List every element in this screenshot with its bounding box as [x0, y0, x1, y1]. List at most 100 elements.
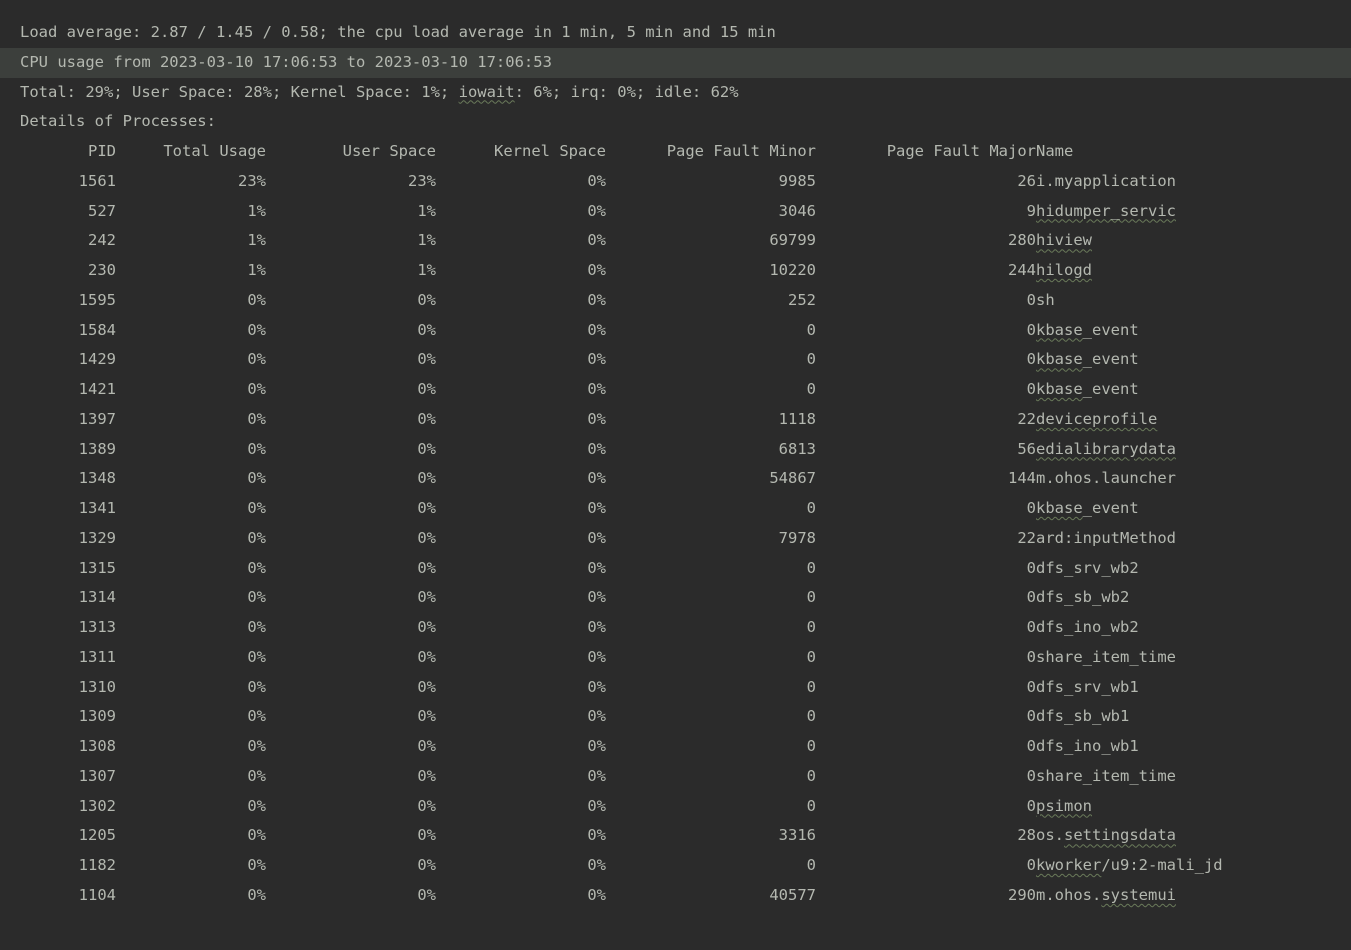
cell-user: 0%	[266, 821, 436, 851]
cell-user: 0%	[266, 673, 436, 703]
cell-total: 1%	[116, 226, 266, 256]
cell-kernel: 0%	[436, 316, 606, 346]
table-row: 13150%0%0%00dfs_srv_wb2	[20, 554, 1223, 584]
cell-user: 0%	[266, 583, 436, 613]
table-row: 13890%0%0%681356edialibrarydata	[20, 435, 1223, 465]
cell-kernel: 0%	[436, 792, 606, 822]
table-row: 13100%0%0%00dfs_srv_wb1	[20, 673, 1223, 703]
cell-kernel: 0%	[436, 464, 606, 494]
cell-pid: 242	[20, 226, 116, 256]
table-header-row: PID Total Usage User Space Kernel Space …	[20, 137, 1223, 167]
cell-pid: 1307	[20, 762, 116, 792]
cell-total: 0%	[116, 792, 266, 822]
cell-user: 0%	[266, 554, 436, 584]
cell-pid: 1341	[20, 494, 116, 524]
cell-pid: 1104	[20, 881, 116, 911]
cell-kernel: 0%	[436, 732, 606, 762]
cell-user: 23%	[266, 167, 436, 197]
table-row: 2301%1%0%10220244hilogd	[20, 256, 1223, 286]
cell-name: os.settingsdata	[1036, 821, 1223, 851]
cell-total: 0%	[116, 673, 266, 703]
cell-name: m.ohos.systemui	[1036, 881, 1223, 911]
cell-kernel: 0%	[436, 613, 606, 643]
cell-name: kbase_event	[1036, 345, 1223, 375]
cell-minor: 6813	[606, 435, 816, 465]
cell-total: 0%	[116, 702, 266, 732]
cell-user: 0%	[266, 524, 436, 554]
cell-kernel: 0%	[436, 643, 606, 673]
cell-kernel: 0%	[436, 226, 606, 256]
cell-minor: 0	[606, 613, 816, 643]
cell-minor: 3046	[606, 197, 816, 227]
cell-user: 0%	[266, 464, 436, 494]
cell-name: dfs_ino_wb2	[1036, 613, 1223, 643]
process-table: PID Total Usage User Space Kernel Space …	[20, 137, 1223, 911]
cell-major: 28	[816, 821, 1036, 851]
cell-kernel: 0%	[436, 435, 606, 465]
cell-user: 0%	[266, 792, 436, 822]
cell-pid: 1561	[20, 167, 116, 197]
cell-total: 1%	[116, 197, 266, 227]
cell-pid: 1421	[20, 375, 116, 405]
cell-total: 0%	[116, 732, 266, 762]
cell-pid: 1313	[20, 613, 116, 643]
cell-user: 1%	[266, 256, 436, 286]
table-row: 13110%0%0%00share_item_time	[20, 643, 1223, 673]
cell-total: 0%	[116, 316, 266, 346]
cell-major: 0	[816, 286, 1036, 316]
cell-pid: 1584	[20, 316, 116, 346]
cell-total: 0%	[116, 286, 266, 316]
table-row: 13970%0%0%111822deviceprofile	[20, 405, 1223, 435]
table-row: 14290%0%0%00kbase_event	[20, 345, 1223, 375]
cell-name: psimon	[1036, 792, 1223, 822]
cell-name: sh	[1036, 286, 1223, 316]
cell-name: dfs_sb_wb1	[1036, 702, 1223, 732]
cell-minor: 0	[606, 375, 816, 405]
cell-pid: 1315	[20, 554, 116, 584]
cell-user: 0%	[266, 375, 436, 405]
cell-name: deviceprofile	[1036, 405, 1223, 435]
cell-kernel: 0%	[436, 286, 606, 316]
cell-kernel: 0%	[436, 673, 606, 703]
cell-name: hidumper_servic	[1036, 197, 1223, 227]
cell-major: 290	[816, 881, 1036, 911]
col-header-major: Page Fault Major	[816, 137, 1036, 167]
cell-total: 0%	[116, 345, 266, 375]
cell-kernel: 0%	[436, 702, 606, 732]
table-row: 13080%0%0%00dfs_ino_wb1	[20, 732, 1223, 762]
cell-minor: 0	[606, 345, 816, 375]
table-row: 13290%0%0%797822ard:inputMethod	[20, 524, 1223, 554]
table-row: 2421%1%0%69799280hiview	[20, 226, 1223, 256]
cell-user: 0%	[266, 613, 436, 643]
cell-major: 0	[816, 494, 1036, 524]
cell-minor: 0	[606, 583, 816, 613]
cell-total: 0%	[116, 524, 266, 554]
cell-pid: 1389	[20, 435, 116, 465]
cell-major: 0	[816, 762, 1036, 792]
table-row: 13070%0%0%00share_item_time	[20, 762, 1223, 792]
cell-pid: 1314	[20, 583, 116, 613]
cell-kernel: 0%	[436, 524, 606, 554]
cell-user: 0%	[266, 286, 436, 316]
cell-kernel: 0%	[436, 494, 606, 524]
cell-user: 0%	[266, 732, 436, 762]
cell-minor: 0	[606, 851, 816, 881]
cell-user: 0%	[266, 881, 436, 911]
cell-kernel: 0%	[436, 197, 606, 227]
cell-major: 9	[816, 197, 1036, 227]
table-row: 13480%0%0%54867144m.ohos.launcher	[20, 464, 1223, 494]
table-row: 13140%0%0%00dfs_sb_wb2	[20, 583, 1223, 613]
cell-total: 0%	[116, 464, 266, 494]
cell-pid: 1182	[20, 851, 116, 881]
cpu-usage-range-line: CPU usage from 2023-03-10 17:06:53 to 20…	[0, 48, 1351, 78]
cell-major: 0	[816, 673, 1036, 703]
cell-total: 1%	[116, 256, 266, 286]
col-header-kernel: Kernel Space	[436, 137, 606, 167]
cell-major: 0	[816, 375, 1036, 405]
cell-name: share_item_time	[1036, 643, 1223, 673]
cell-pid: 1310	[20, 673, 116, 703]
col-header-total: Total Usage	[116, 137, 266, 167]
table-row: 15950%0%0%2520sh	[20, 286, 1223, 316]
cell-major: 0	[816, 613, 1036, 643]
table-row: 15840%0%0%00kbase_event	[20, 316, 1223, 346]
